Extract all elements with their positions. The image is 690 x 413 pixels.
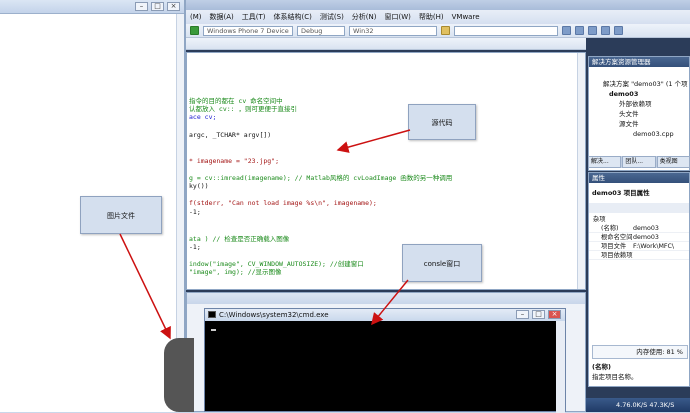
annotation-arrows: [119, 129, 411, 340]
arrow-to-console: [371, 279, 409, 326]
arrow-to-image: [119, 233, 171, 340]
arrow-to-source: [336, 129, 411, 153]
